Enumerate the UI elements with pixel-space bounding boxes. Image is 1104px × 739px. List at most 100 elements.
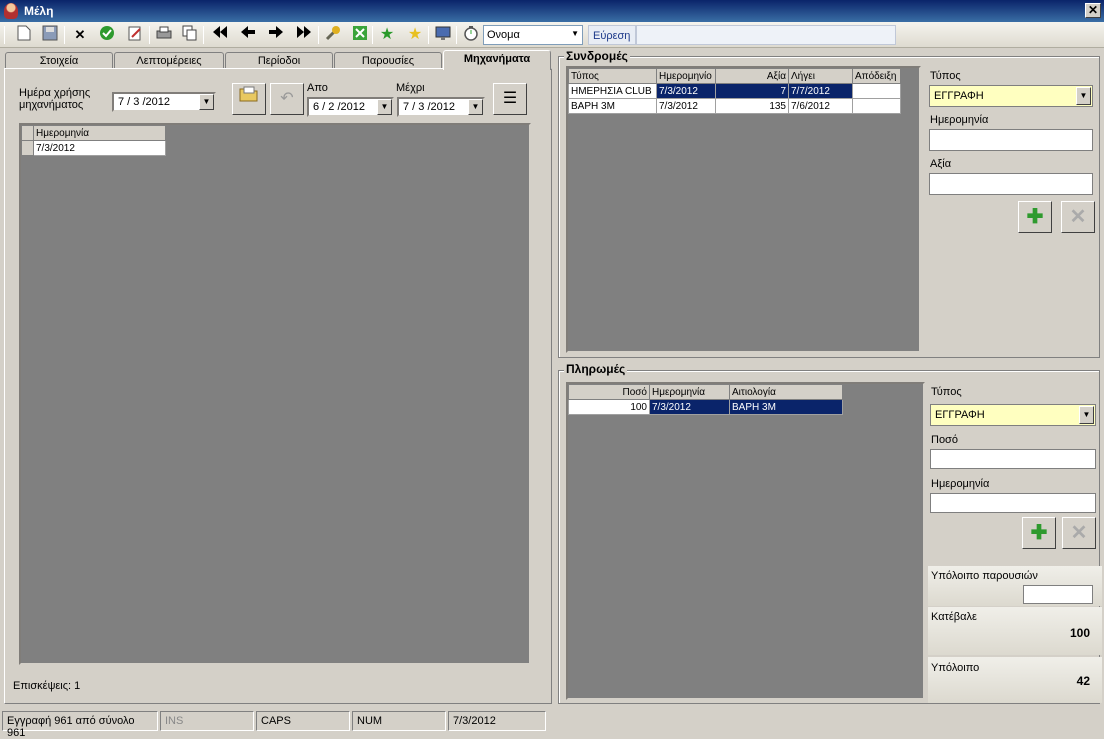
next-icon[interactable]	[266, 25, 286, 45]
toolbar: ✕ ★ ★ Ονομα ▼ Εύρεση	[0, 22, 1104, 48]
find-input[interactable]	[636, 25, 896, 45]
plus-icon: ✚	[1030, 522, 1048, 544]
amount-cell[interactable]: 100	[568, 399, 650, 415]
pay-date-label: Ημερομηνία	[931, 478, 990, 490]
toolbar-separator	[456, 26, 457, 44]
table-row[interactable]: ΒΑΡΗ 3Μ 7/3/2012 135 7/6/2012	[568, 98, 901, 114]
balance-label: Υπόλοιπο	[931, 662, 980, 674]
delete-icon[interactable]: ✕	[70, 25, 90, 45]
value-cell[interactable]: 7	[715, 83, 789, 99]
chevron-down-icon: ▼	[377, 99, 392, 115]
add-payment-button[interactable]: ✚	[1022, 517, 1056, 549]
payments-title: Πληρωμές	[564, 362, 628, 376]
sub-type-select[interactable]: ΕΓΓΡΑΦΗ ▼	[929, 85, 1093, 107]
app-icon	[4, 3, 18, 19]
payments-table: Ποσό Ημερομηνία Αιτιολογία 100 7/3/2012 …	[568, 384, 843, 415]
from-label: Απο	[307, 82, 328, 94]
col-receipt[interactable]: Απόδειξη	[852, 68, 901, 84]
date-cell[interactable]: 7/3/2012	[649, 399, 730, 415]
last-icon[interactable]	[294, 25, 314, 45]
first-icon[interactable]	[210, 25, 230, 45]
undo-button[interactable]: ↶	[270, 83, 304, 115]
date-column-header[interactable]: Ημερομηνία	[33, 125, 166, 141]
type-cell[interactable]: ΒΑΡΗ 3Μ	[568, 98, 657, 114]
print-icon[interactable]	[154, 25, 174, 45]
tab-machines[interactable]: Μηχανήματα	[443, 50, 551, 70]
receipt-cell[interactable]	[852, 83, 901, 99]
usage-day-label: Ημέρα χρήσης μηχανήματος	[19, 87, 91, 111]
col-date[interactable]: Ημερομηνίο	[656, 68, 716, 84]
to-date-picker[interactable]: 7 / 3 /2012 ▼	[397, 97, 485, 117]
list-view-button[interactable]: ☰	[493, 83, 527, 115]
remove-payment-button[interactable]: ✕	[1062, 517, 1096, 549]
table-row[interactable]: ΗΜΕΡΗΣΙΑ CLUB 7/3/2012 7 7/7/2012	[568, 83, 901, 99]
pay-date-input[interactable]	[930, 493, 1096, 513]
export-excel-icon[interactable]	[350, 25, 370, 45]
row-selector[interactable]	[21, 140, 34, 156]
date-cell[interactable]: 7/3/2012	[33, 140, 166, 156]
payments-grid: Ποσό Ημερομηνία Αιτιολογία 100 7/3/2012 …	[566, 382, 925, 700]
star-green-icon[interactable]: ★	[377, 25, 397, 45]
col-type[interactable]: Τύπος	[568, 68, 657, 84]
prev-icon[interactable]	[238, 25, 258, 45]
window-title: Μέλη	[24, 4, 54, 18]
sub-value-label: Αξία	[930, 158, 952, 170]
chevron-down-icon: ▼	[571, 29, 579, 38]
confirm-icon[interactable]	[97, 25, 117, 45]
table-row[interactable]: 7/3/2012	[21, 140, 166, 156]
machines-grid: Ημερομηνία 7/3/2012	[19, 123, 531, 665]
sub-value-input[interactable]	[929, 173, 1093, 195]
expires-cell[interactable]: 7/7/2012	[788, 83, 853, 99]
from-date-picker[interactable]: 6 / 2 /2012 ▼	[307, 97, 394, 117]
status-bar: Εγγραφή 961 από σύνολο 961 INS CAPS NUM …	[0, 709, 1104, 739]
usage-day-value: 7 / 3 /2012	[118, 96, 170, 108]
table-row[interactable]: 100 7/3/2012 ΒΑΡΗ 3Μ	[568, 399, 843, 415]
col-amount[interactable]: Ποσό	[568, 384, 650, 400]
usage-day-picker[interactable]: 7 / 3 /2012 ▼	[112, 92, 216, 112]
monitor-icon[interactable]	[433, 25, 453, 45]
col-expires[interactable]: Λήγει	[788, 68, 853, 84]
sub-date-input[interactable]	[929, 129, 1093, 151]
close-icon: ✕	[1069, 206, 1087, 228]
pay-type-select[interactable]: ΕΓΓΡΑΦΗ ▼	[930, 404, 1096, 426]
attendance-balance-input[interactable]	[1023, 585, 1093, 604]
pay-amount-input[interactable]	[930, 449, 1096, 469]
to-date-value: 7 / 3 /2012	[403, 101, 455, 113]
toolbar-grip	[4, 26, 5, 44]
receipt-cell[interactable]	[852, 98, 901, 114]
toolbar-separator	[372, 26, 373, 44]
add-subscription-button[interactable]: ✚	[1018, 201, 1052, 233]
reason-cell[interactable]: ΒΑΡΗ 3Μ	[729, 399, 843, 415]
plus-icon: ✚	[1026, 206, 1044, 228]
paid-value: 100	[1069, 626, 1090, 640]
paid-panel: Κατέβαλε 100	[928, 607, 1102, 655]
value-cell[interactable]: 135	[715, 98, 789, 114]
subscriptions-title: Συνδρομές	[564, 49, 630, 63]
remove-subscription-button[interactable]: ✕	[1061, 201, 1095, 233]
col-date[interactable]: Ημερομηνία	[649, 384, 730, 400]
star-yellow-icon[interactable]: ★	[405, 25, 425, 45]
date-cell[interactable]: 7/3/2012	[656, 83, 716, 99]
status-record: Εγγραφή 961 από σύνολο 961	[2, 711, 158, 739]
expires-cell[interactable]: 7/6/2012	[788, 98, 853, 114]
tools-icon[interactable]	[323, 25, 343, 45]
sub-type-value: ΕΓΓΡΑΦΗ	[934, 90, 984, 102]
search-field-value: Ονομα	[487, 29, 520, 41]
open-folder-button[interactable]	[232, 83, 266, 115]
save-icon[interactable]	[40, 25, 60, 45]
chevron-down-icon: ▼	[199, 94, 214, 110]
edit-icon[interactable]	[125, 25, 145, 45]
chevron-down-icon: ▼	[468, 99, 483, 115]
from-date-value: 6 / 2 /2012	[313, 101, 365, 113]
col-reason[interactable]: Αιτιολογία	[729, 384, 843, 400]
subscriptions-grid: Τύπος Ημερομηνίο Αξία Λήγει Απόδειξη ΗΜΕ…	[566, 66, 921, 353]
attendance-balance-label: Υπόλοιπο παρουσιών	[931, 570, 1038, 582]
close-button[interactable]: ✕	[1085, 3, 1101, 18]
col-value[interactable]: Αξία	[715, 68, 789, 84]
search-field-combo[interactable]: Ονομα ▼	[483, 25, 583, 45]
new-icon[interactable]	[14, 25, 34, 45]
date-cell[interactable]: 7/3/2012	[656, 98, 716, 114]
type-cell[interactable]: ΗΜΕΡΗΣΙΑ CLUB	[568, 83, 657, 99]
toolbar-separator	[64, 26, 65, 44]
copy-icon[interactable]	[180, 25, 200, 45]
